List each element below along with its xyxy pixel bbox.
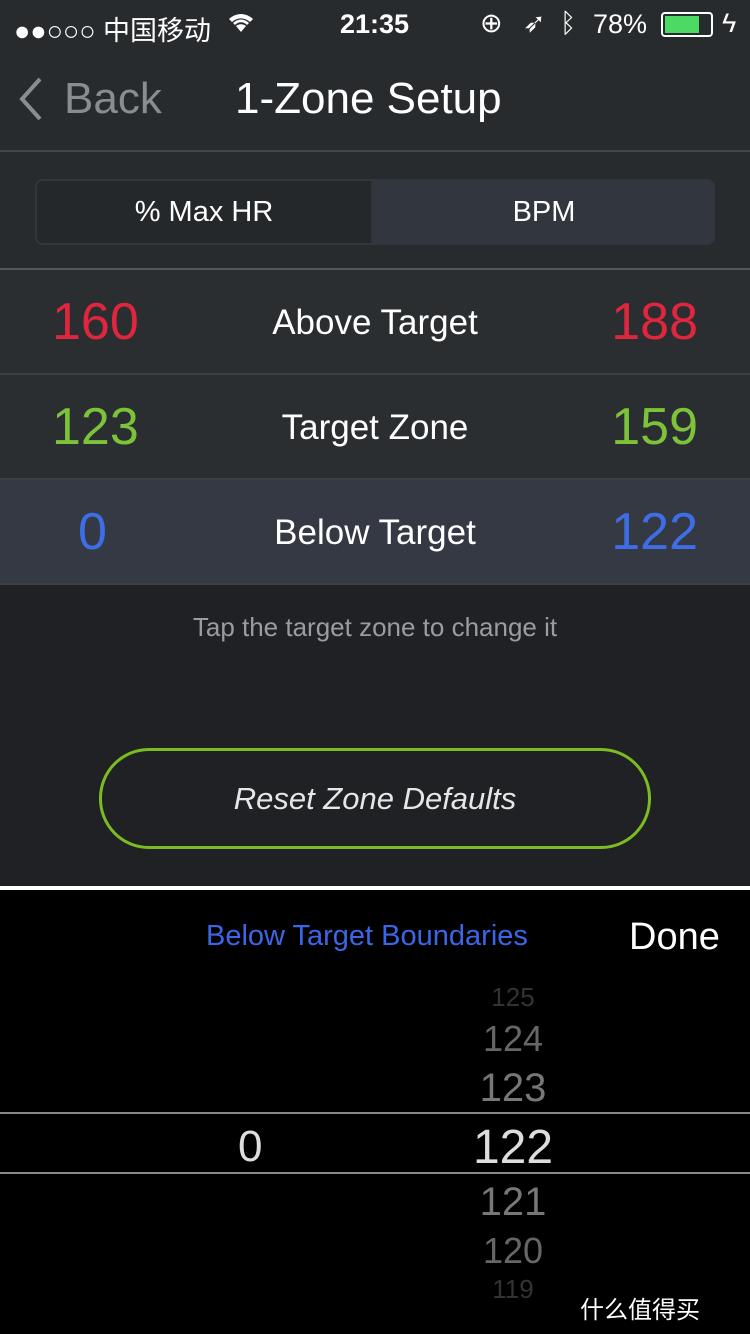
picker-title: Below Target Boundaries xyxy=(206,920,528,952)
zone-row-above-target[interactable]: 160 Above Target 188 xyxy=(0,270,750,375)
picker-option[interactable]: 121 xyxy=(413,1180,613,1225)
picker-option[interactable]: 125 xyxy=(413,982,613,1013)
watermark: 什么值得买 xyxy=(580,1297,700,1324)
clock: 21:35 xyxy=(340,9,410,39)
zone-high: 122 xyxy=(611,503,698,561)
picker-selection-band xyxy=(0,1112,750,1174)
segment-label: BPM xyxy=(512,195,576,228)
battery-percent: 78% xyxy=(593,9,648,39)
back-label: Back xyxy=(64,74,162,123)
picker-option[interactable]: 123 xyxy=(413,1066,613,1111)
unit-segmented-control: % Max HR BPM xyxy=(0,152,750,270)
rotation-lock-icon: ⊕ xyxy=(480,8,503,38)
segment-label: % Max HR xyxy=(134,195,274,228)
bluetooth-icon: ᛒ xyxy=(560,8,577,38)
segment-max-hr[interactable]: % Max HR xyxy=(35,179,373,245)
location-icon: ➶ xyxy=(523,8,546,38)
page-title: 1-Zone Setup xyxy=(235,74,502,123)
boundary-picker: Below Target Boundaries Done 0 125 124 123… xyxy=(0,886,750,1334)
reset-zone-defaults-button[interactable]: Reset Zone Defaults xyxy=(99,748,651,849)
status-bar: ●●○○○ 中国移动 21:35 ⊕ ➶ ᛒ 78% ϟ xyxy=(0,0,750,50)
wifi-icon xyxy=(226,8,256,41)
hint-text: Tap the target zone to change it xyxy=(192,612,558,642)
picker-option[interactable]: 122 xyxy=(413,1120,613,1175)
charging-icon: ϟ xyxy=(722,8,737,38)
zone-high: 159 xyxy=(611,398,698,456)
zone-row-below-target[interactable]: 0 Below Target 122 xyxy=(0,480,750,585)
zone-high: 188 xyxy=(611,293,698,351)
segment-bpm[interactable]: BPM xyxy=(373,179,715,245)
zone-row-target-zone[interactable]: 123 Target Zone 159 xyxy=(0,375,750,480)
reset-label: Reset Zone Defaults xyxy=(233,780,517,816)
back-button[interactable]: Back xyxy=(16,74,162,124)
picker-option[interactable]: 120 xyxy=(413,1230,613,1272)
picker-left-value[interactable]: 0 xyxy=(238,1122,262,1172)
nav-bar: Back 1-Zone Setup xyxy=(0,50,750,152)
done-button[interactable]: Done xyxy=(629,916,720,959)
chevron-left-icon xyxy=(19,77,42,121)
picker-option[interactable]: 124 xyxy=(413,1018,613,1060)
carrier: ●●○○○ 中国移动 xyxy=(14,16,212,46)
battery-icon xyxy=(661,12,713,37)
